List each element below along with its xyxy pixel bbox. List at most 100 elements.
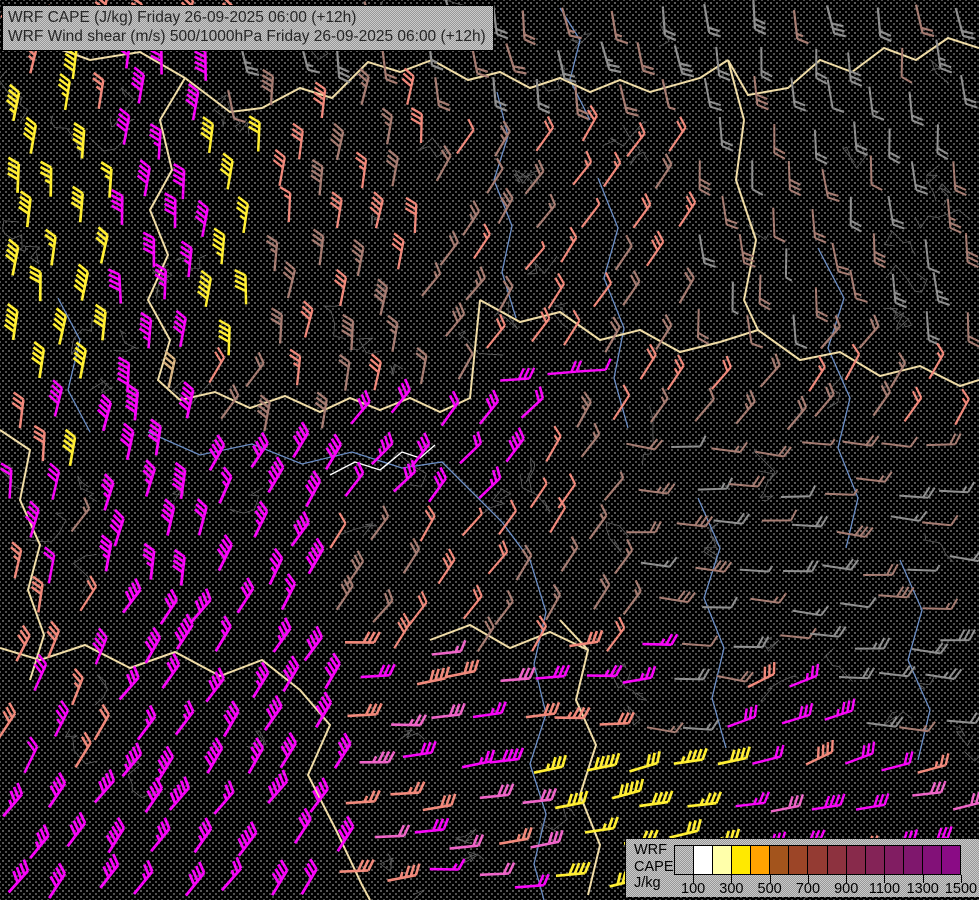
district-line [925,533,954,562]
district-line [642,406,653,466]
district-line [926,165,938,201]
wind-barb [176,614,193,649]
wind-barb [893,274,907,308]
wind-barb [305,626,322,660]
wind-barb [73,343,85,379]
district-line [964,750,979,774]
district-line [915,210,970,228]
wind-barb [828,80,844,112]
wind-barb [108,270,120,304]
wind-barb [314,82,326,118]
wind-barb [143,544,154,580]
wind-barb [695,388,714,421]
wind-barb [740,566,773,572]
wind-barb [290,350,301,386]
wind-barb [698,478,732,490]
wind-barb [561,227,576,262]
wind-barb [854,121,867,155]
title-box: WRF CAPE (J/kg) Friday 26-09-2025 06:00 … [2,5,494,51]
wind-barb [623,271,639,306]
wind-barb [918,753,949,772]
wind-barb [526,702,559,717]
wind-barb [201,117,213,153]
wind-barb [793,315,807,349]
wind-barb [879,666,915,677]
district-line [349,338,382,353]
wind-barb [249,738,263,773]
wind-barb [882,751,913,770]
wind-barb [612,11,628,43]
wind-barb [626,439,662,449]
wind-barb [968,312,979,346]
wind-barb [612,779,643,798]
wind-barb [891,511,927,521]
wind-barb [590,505,607,539]
wind-barb [195,818,212,853]
wind-barb [850,270,867,302]
wind-barb [683,720,718,730]
wind-barb [95,770,114,803]
wind-barb [402,69,413,105]
wind-barb [326,434,341,469]
weather-map-stage: WRF CAPE (J/kg) Friday 26-09-2025 06:00 … [0,0,979,900]
title-line-cape: WRF CAPE (J/kg) Friday 26-09-2025 06:00 … [8,8,486,27]
wind-barb [845,742,874,764]
wind-barb [480,390,498,424]
wind-barb [940,630,975,641]
wind-barb [856,472,892,482]
wind-barb [953,161,966,195]
wind-barb [394,460,415,491]
wind-barb [679,192,695,227]
wind-barb [391,715,426,726]
wind-barb [573,151,591,185]
wind-barb [306,471,320,507]
wind-barb [582,198,600,227]
legend-tick-label: 1500 [945,881,977,897]
wind-barb [889,129,900,164]
wind-barb [269,457,284,492]
district-line [214,95,227,127]
wind-barb [6,239,18,275]
wind-barb [869,87,884,120]
legend-color-cell [693,845,712,875]
wind-barb [773,208,785,242]
legend-color-cell [865,845,884,875]
wind-barb [280,187,290,222]
district-lines-layer [0,0,979,900]
wind-barb [9,860,28,893]
wind-barb [816,49,827,84]
wind-barb [249,116,260,151]
wind-barb [416,348,426,384]
district-line [890,307,912,327]
legend-color-cell [846,845,865,875]
wind-barb [902,48,912,83]
country-border [0,645,370,900]
wind-barb [173,550,185,586]
wind-barb [633,194,650,228]
wind-barb [68,812,85,846]
legend-color-cell [807,845,826,875]
wind-barb [102,474,114,510]
wind-barb [220,154,232,190]
legend-color-cell [788,845,807,875]
wind-barb [939,482,974,492]
district-line [341,524,377,537]
wind-barb [44,547,54,583]
wind-barb [390,782,424,795]
wind-barb [912,643,948,653]
wind-barb [480,784,513,798]
wind-barb [150,124,161,159]
wind-barb [255,501,268,537]
wind-barb [459,344,473,380]
wind-barb [112,190,123,225]
wind-barb [283,262,295,298]
wind-barb [192,589,211,622]
legend-color-cell [712,845,731,875]
wind-barb [546,585,560,620]
wind-barb [907,565,939,571]
wind-barb [176,701,193,735]
wind-barb [73,123,84,158]
wind-barb [53,308,65,344]
wind-barb [674,748,707,763]
wind-barb [947,713,979,724]
